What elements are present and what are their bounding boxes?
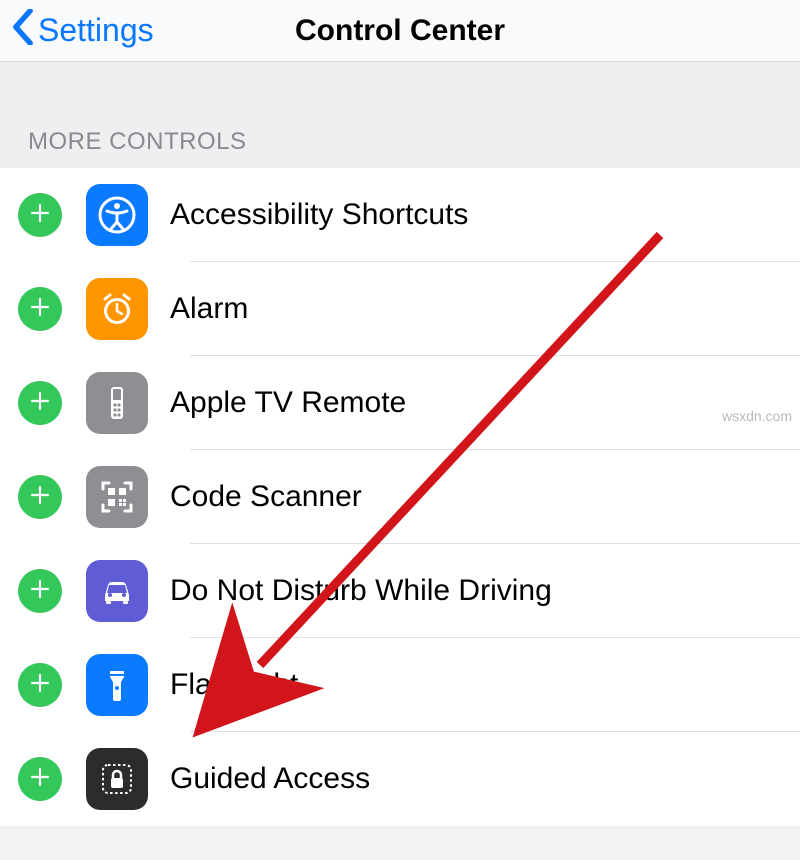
add-button[interactable] — [18, 475, 62, 519]
control-row-accessibility-shortcuts[interactable]: Accessibility Shortcuts — [0, 168, 800, 262]
add-button[interactable] — [18, 569, 62, 613]
control-label: Code Scanner — [170, 480, 362, 514]
control-row-apple-tv-remote[interactable]: Apple TV Remote — [0, 356, 800, 450]
chevron-left-icon — [12, 9, 34, 53]
car-icon — [86, 560, 148, 622]
plus-icon — [29, 390, 51, 417]
qr-icon — [86, 466, 148, 528]
navbar: Settings Control Center — [0, 0, 800, 62]
control-label: Apple TV Remote — [170, 386, 406, 420]
control-label: Guided Access — [170, 762, 370, 796]
plus-icon — [29, 578, 51, 605]
alarm-icon — [86, 278, 148, 340]
add-button[interactable] — [18, 381, 62, 425]
add-button[interactable] — [18, 757, 62, 801]
plus-icon — [29, 296, 51, 323]
control-row-guided-access[interactable]: Guided Access — [0, 732, 800, 826]
accessibility-icon — [86, 184, 148, 246]
back-button[interactable]: Settings — [0, 9, 154, 53]
control-row-flashlight[interactable]: Flashlight — [0, 638, 800, 732]
control-label: Accessibility Shortcuts — [170, 198, 468, 232]
section-spacer — [0, 62, 800, 90]
section-header: MORE CONTROLS — [0, 90, 800, 168]
flashlight-icon — [86, 654, 148, 716]
control-label: Alarm — [170, 292, 248, 326]
watermark: wsxdn.com — [722, 408, 792, 424]
back-label: Settings — [38, 12, 154, 49]
add-button[interactable] — [18, 287, 62, 331]
add-button[interactable] — [18, 193, 62, 237]
control-label: Flashlight — [170, 668, 298, 702]
control-row-alarm[interactable]: Alarm — [0, 262, 800, 356]
plus-icon — [29, 202, 51, 229]
plus-icon — [29, 672, 51, 699]
control-row-dnd-driving[interactable]: Do Not Disturb While Driving — [0, 544, 800, 638]
remote-icon — [86, 372, 148, 434]
lock-dotted-icon — [86, 748, 148, 810]
control-label: Do Not Disturb While Driving — [170, 574, 552, 608]
add-button[interactable] — [18, 663, 62, 707]
plus-icon — [29, 484, 51, 511]
plus-icon — [29, 766, 51, 793]
control-row-code-scanner[interactable]: Code Scanner — [0, 450, 800, 544]
more-controls-list: Accessibility Shortcuts Alarm Apple TV R… — [0, 168, 800, 826]
